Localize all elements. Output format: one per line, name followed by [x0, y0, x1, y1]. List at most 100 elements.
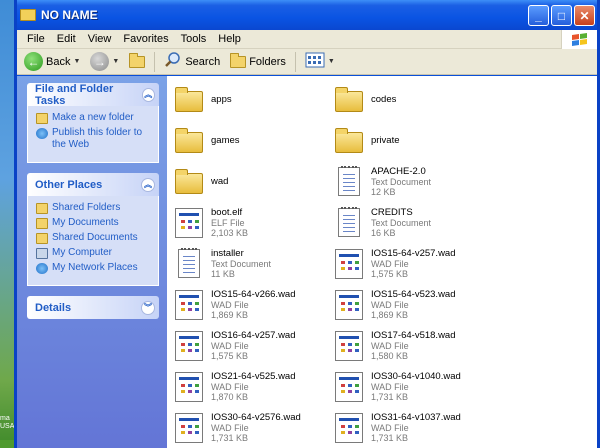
minimize-button[interactable]: _ [528, 5, 549, 26]
file-item[interactable]: IOS15-64-v523.wad WAD File 1,869 KB [333, 285, 493, 324]
explorer-body: File and Folder Tasks ︽ Make a new folde… [17, 76, 597, 448]
search-button[interactable]: Search [161, 51, 223, 73]
new-folder-icon [36, 113, 48, 124]
place-my-documents[interactable]: My Documents [36, 217, 152, 229]
task-make-new-folder[interactable]: Make a new folder [36, 112, 152, 124]
close-button[interactable]: ✕ [574, 5, 595, 26]
wad-file-icon [173, 412, 205, 444]
file-type: Text Document [371, 176, 432, 187]
file-name: IOS30-64-v1040.wad [371, 370, 461, 382]
file-item[interactable]: IOS31-64-v1037.wad WAD File 1,731 KB [333, 408, 493, 447]
back-arrow-icon: ← [24, 52, 43, 71]
panel-title: Other Places [35, 178, 103, 191]
file-name: wad [211, 175, 229, 187]
menu-favorites[interactable]: Favorites [117, 33, 174, 45]
file-item[interactable]: boot.elf ELF File 2,103 KB [173, 203, 333, 242]
file-type: Text Document [211, 258, 272, 269]
back-button[interactable]: ← Back ▼ [21, 51, 83, 73]
folder-icon [20, 9, 36, 21]
file-name: installer [211, 247, 244, 259]
file-size: 16 KB [371, 227, 396, 238]
folder-icon [173, 84, 205, 116]
menu-help[interactable]: Help [212, 33, 247, 45]
views-button[interactable]: ▼ [302, 51, 338, 73]
file-meta: games [211, 135, 240, 146]
text-document-icon [333, 206, 365, 239]
task-publish-to-web[interactable]: Publish this folder to the Web [36, 127, 152, 151]
file-item[interactable]: IOS15-64-v257.wad WAD File 1,575 KB [333, 244, 493, 283]
wad-file-icon [173, 330, 205, 362]
details-header[interactable]: Details ︾ [27, 296, 159, 319]
file-item[interactable]: APACHE-2.0 Text Document 12 KB [333, 162, 493, 201]
file-item[interactable]: private [333, 121, 493, 160]
file-grid: apps codes games private wad APACHE-2.0 Text D… [167, 76, 597, 447]
wad-file-icon [333, 412, 365, 444]
file-item[interactable]: IOS30-64-v1040.wad WAD File 1,731 KB [333, 367, 493, 406]
file-meta: IOS15-64-v523.wad WAD File 1,869 KB [371, 289, 456, 320]
place-label: My Computer [52, 247, 113, 258]
menu-view[interactable]: View [82, 33, 118, 45]
file-meta: CREDITS Text Document 16 KB [371, 206, 431, 238]
file-folder-tasks-header[interactable]: File and Folder Tasks ︽ [27, 82, 159, 107]
file-name: CREDITS [371, 206, 413, 218]
collapse-icon[interactable]: ︽ [141, 177, 155, 192]
chevron-down-icon: ▼ [73, 58, 81, 65]
folders-icon [230, 52, 247, 68]
file-type: WAD File [371, 299, 409, 310]
windows-logo-icon [561, 30, 597, 49]
menu-file[interactable]: File [21, 33, 51, 45]
file-name: codes [371, 93, 397, 105]
folder-icon [173, 125, 205, 157]
file-size: 1,870 KB [211, 391, 249, 402]
title-bar[interactable]: NO NAME _ □ ✕ [17, 0, 597, 30]
file-item[interactable]: IOS17-64-v518.wad WAD File 1,580 KB [333, 326, 493, 365]
forward-button[interactable]: → ▼ [87, 51, 122, 73]
file-item[interactable]: codes [333, 80, 493, 119]
menu-edit[interactable]: Edit [51, 33, 82, 45]
window-title: NO NAME [41, 8, 98, 22]
file-item[interactable]: IOS16-64-v257.wad WAD File 1,575 KB [173, 326, 333, 365]
other-places-header[interactable]: Other Places ︽ [27, 173, 159, 196]
file-item[interactable]: IOS30-64-v2576.wad WAD File 1,731 KB [173, 408, 333, 447]
network-icon [36, 263, 48, 274]
place-my-network-places[interactable]: My Network Places [36, 262, 152, 274]
task-label: Make a new folder [52, 112, 134, 123]
file-meta: installer Text Document 11 KB [211, 247, 272, 279]
explorer-window: NO NAME _ □ ✕ File Edit View Favorites T… [14, 0, 600, 448]
file-name: private [371, 134, 400, 146]
file-meta: IOS30-64-v2576.wad WAD File 1,731 KB [211, 412, 301, 443]
place-shared-folders[interactable]: Shared Folders [36, 202, 152, 214]
place-my-computer[interactable]: My Computer [36, 247, 152, 259]
my-documents-icon [36, 218, 48, 229]
details-panel: Details ︾ [27, 296, 159, 319]
collapse-icon[interactable]: ︽ [141, 87, 155, 102]
file-item[interactable]: apps [173, 80, 333, 119]
folder-icon [333, 84, 365, 116]
file-type: ELF File [211, 217, 245, 228]
up-folder-button[interactable] [126, 51, 148, 73]
place-label: Shared Documents [52, 232, 138, 243]
file-item[interactable]: games [173, 121, 333, 160]
file-item[interactable]: CREDITS Text Document 16 KB [333, 203, 493, 242]
place-label: My Documents [52, 217, 119, 228]
expand-icon[interactable]: ︾ [141, 300, 155, 315]
file-name: IOS17-64-v518.wad [371, 329, 456, 341]
globe-icon [36, 128, 48, 139]
file-item[interactable]: IOS21-64-v525.wad WAD File 1,870 KB [173, 367, 333, 406]
menu-tools[interactable]: Tools [175, 33, 213, 45]
wad-file-icon [333, 330, 365, 362]
file-item[interactable]: IOS15-64-v266.wad WAD File 1,869 KB [173, 285, 333, 324]
file-meta: IOS15-64-v257.wad WAD File 1,575 KB [371, 248, 456, 279]
shared-documents-icon [36, 233, 48, 244]
file-item[interactable]: wad [173, 162, 333, 201]
desktop-icon-label: ma USA) [0, 415, 14, 430]
place-shared-documents[interactable]: Shared Documents [36, 232, 152, 244]
panel-title: File and Folder Tasks [35, 82, 114, 107]
search-label: Search [185, 55, 221, 68]
maximize-button[interactable]: □ [551, 5, 572, 26]
folders-button[interactable]: Folders [227, 51, 289, 73]
other-places-panel: Other Places ︽ Shared Folders My Documen… [27, 173, 159, 286]
wad-file-icon [173, 289, 205, 321]
file-item[interactable]: installer Text Document 11 KB [173, 244, 333, 283]
folder-icon [333, 125, 365, 157]
